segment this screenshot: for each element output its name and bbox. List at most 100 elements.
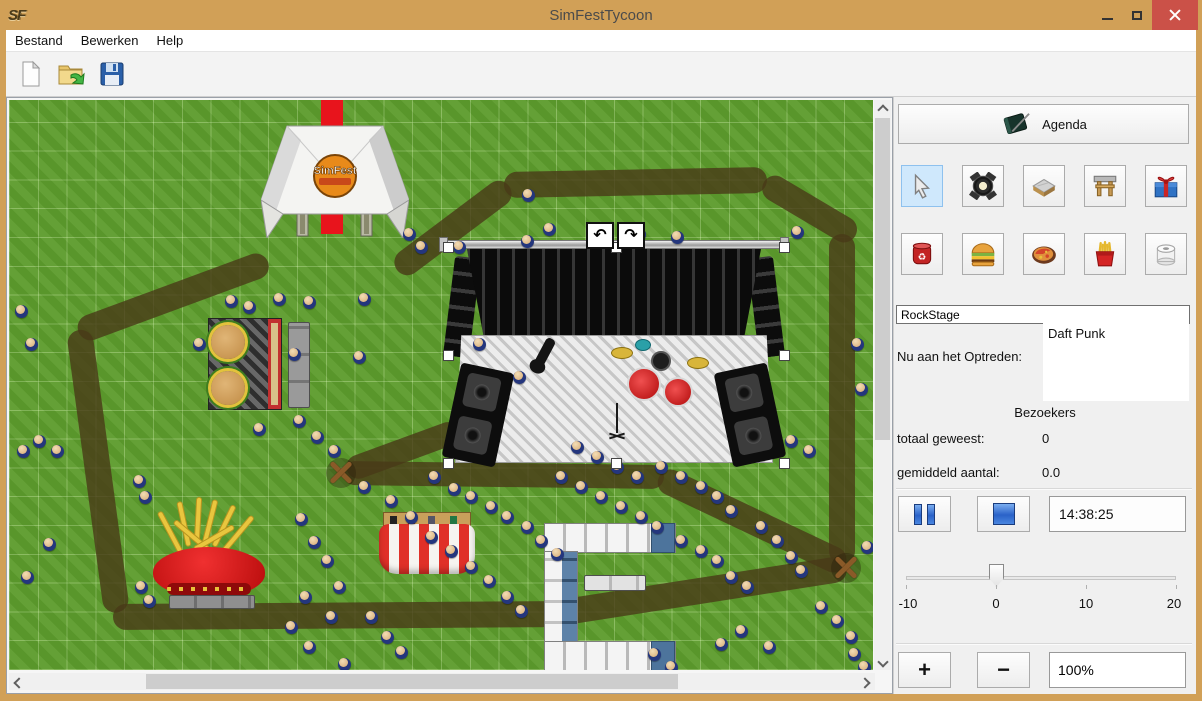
selection-handle[interactable] xyxy=(611,458,622,469)
speed-slider-thumb[interactable] xyxy=(989,564,1004,587)
tool-entrance-gate[interactable] xyxy=(1084,165,1126,207)
svg-text:♻: ♻ xyxy=(918,252,927,263)
slider-label-min: -10 xyxy=(899,596,918,611)
slider-tick xyxy=(906,585,907,589)
open-file-button[interactable] xyxy=(54,57,88,91)
festival-map-canvas[interactable]: SimFest xyxy=(6,97,893,694)
menu-bestand[interactable]: Bestand xyxy=(6,31,72,50)
minus-icon: − xyxy=(997,657,1010,683)
pizza-icon xyxy=(1030,240,1058,268)
rotate-left-icon: ↶ xyxy=(593,228,606,244)
slider-tick xyxy=(1176,585,1177,589)
new-file-icon xyxy=(15,59,45,89)
menu-help[interactable]: Help xyxy=(148,31,193,50)
scroll-left-icon xyxy=(13,677,24,688)
close-button[interactable] xyxy=(1152,0,1198,30)
selection-handle[interactable] xyxy=(443,458,454,469)
titlebar: SF SimFestTycoon xyxy=(0,0,1202,30)
app-window: SF SimFestTycoon Bestand Bewerken Help xyxy=(0,0,1202,701)
close-icon xyxy=(1169,9,1181,21)
now-performing-value: Daft Punk xyxy=(1048,326,1105,341)
tool-pizza-stand[interactable] xyxy=(1023,233,1065,275)
toolbar xyxy=(6,52,1196,97)
handles-layer xyxy=(9,100,873,670)
minimize-icon xyxy=(1102,18,1113,20)
agenda-button[interactable]: Agenda xyxy=(898,104,1189,144)
selection-handle[interactable] xyxy=(779,242,790,253)
agenda-label: Agenda xyxy=(1042,117,1087,132)
burger-icon xyxy=(969,240,997,268)
stage-name-input[interactable] xyxy=(896,305,1190,324)
cursor-icon xyxy=(908,172,936,200)
road-tile-icon xyxy=(1030,172,1058,200)
save-floppy-icon xyxy=(97,59,127,89)
horizontal-scroll-thumb[interactable] xyxy=(146,674,678,689)
tool-fries-stand[interactable] xyxy=(1084,233,1126,275)
visitors-header: Bezoekers xyxy=(894,405,1196,420)
tool-trash-can[interactable]: ♻ xyxy=(901,233,943,275)
now-performing-box: Daft Punk xyxy=(1043,323,1189,401)
canvas-vertical-scrollbar[interactable] xyxy=(874,100,891,670)
window-title: SimFestTycoon xyxy=(0,7,1202,24)
tool-select-cursor[interactable] xyxy=(901,165,943,207)
rotate-right-icon: ↷ xyxy=(624,228,637,244)
clock-display: 14:38:25 xyxy=(1049,496,1186,532)
scroll-up-button[interactable] xyxy=(874,100,891,115)
tool-spotlight[interactable] xyxy=(962,165,1004,207)
spotlight-icon xyxy=(969,172,997,200)
plus-icon: + xyxy=(918,657,931,683)
vertical-scroll-thumb[interactable] xyxy=(875,118,890,440)
menu-bewerken[interactable]: Bewerken xyxy=(72,31,148,50)
tool-road-tile[interactable] xyxy=(1023,165,1065,207)
tool-gift[interactable] xyxy=(1145,165,1187,207)
new-file-button[interactable] xyxy=(13,57,47,91)
tool-burger-stand[interactable] xyxy=(962,233,1004,275)
toilet-paper-icon xyxy=(1152,240,1180,268)
slider-label-0: 0 xyxy=(992,596,999,611)
zoom-level-input[interactable] xyxy=(1049,652,1186,688)
slider-label-max: 20 xyxy=(1167,596,1181,611)
zoom-in-button[interactable]: + xyxy=(898,652,951,688)
stop-icon xyxy=(993,503,1015,525)
tool-toilet[interactable] xyxy=(1145,233,1187,275)
trash-can-icon: ♻ xyxy=(908,240,936,268)
selection-handle[interactable] xyxy=(779,458,790,469)
clock-value: 14:38:25 xyxy=(1059,506,1114,522)
minimize-button[interactable] xyxy=(1092,0,1122,30)
average-visitors-label: gemiddeld aantal: xyxy=(897,465,1000,480)
scroll-right-button[interactable] xyxy=(858,674,875,689)
scroll-down-button[interactable] xyxy=(874,655,891,670)
zoom-out-button[interactable]: − xyxy=(977,652,1030,688)
rotate-left-button[interactable]: ↶ xyxy=(586,222,614,249)
separator xyxy=(896,643,1192,645)
canvas-horizontal-scrollbar[interactable] xyxy=(9,673,875,690)
now-performing-label: Nu aan het Optreden: xyxy=(897,349,1022,364)
slider-tick xyxy=(1086,585,1087,589)
scroll-left-button[interactable] xyxy=(9,674,26,689)
pause-button[interactable] xyxy=(898,496,951,532)
speed-slider-track[interactable] xyxy=(906,576,1176,580)
pause-icon xyxy=(914,504,935,525)
maximize-button[interactable] xyxy=(1122,0,1152,30)
menubar: Bestand Bewerken Help xyxy=(6,30,1196,52)
selection-handle[interactable] xyxy=(443,350,454,361)
selection-handle[interactable] xyxy=(779,350,790,361)
entrance-gate-icon xyxy=(1091,172,1119,200)
total-visitors-value: 0 xyxy=(1042,431,1049,446)
content-area: SimFest xyxy=(6,97,1196,694)
side-panel: Agenda xyxy=(893,97,1196,694)
selection-handle[interactable] xyxy=(443,242,454,253)
separator xyxy=(896,488,1192,490)
slider-tick xyxy=(996,585,997,589)
grass-field[interactable]: SimFest xyxy=(9,100,873,670)
scroll-up-icon xyxy=(877,104,888,115)
fries-icon xyxy=(1091,240,1119,268)
stop-button[interactable] xyxy=(977,496,1030,532)
save-button[interactable] xyxy=(95,57,129,91)
slider-label-10: 10 xyxy=(1079,596,1093,611)
scroll-down-icon xyxy=(877,656,888,667)
rotate-right-button[interactable]: ↷ xyxy=(617,222,645,249)
agenda-book-icon xyxy=(1000,110,1032,138)
total-visitors-label: totaal geweest: xyxy=(897,431,984,446)
gift-icon xyxy=(1152,172,1180,200)
